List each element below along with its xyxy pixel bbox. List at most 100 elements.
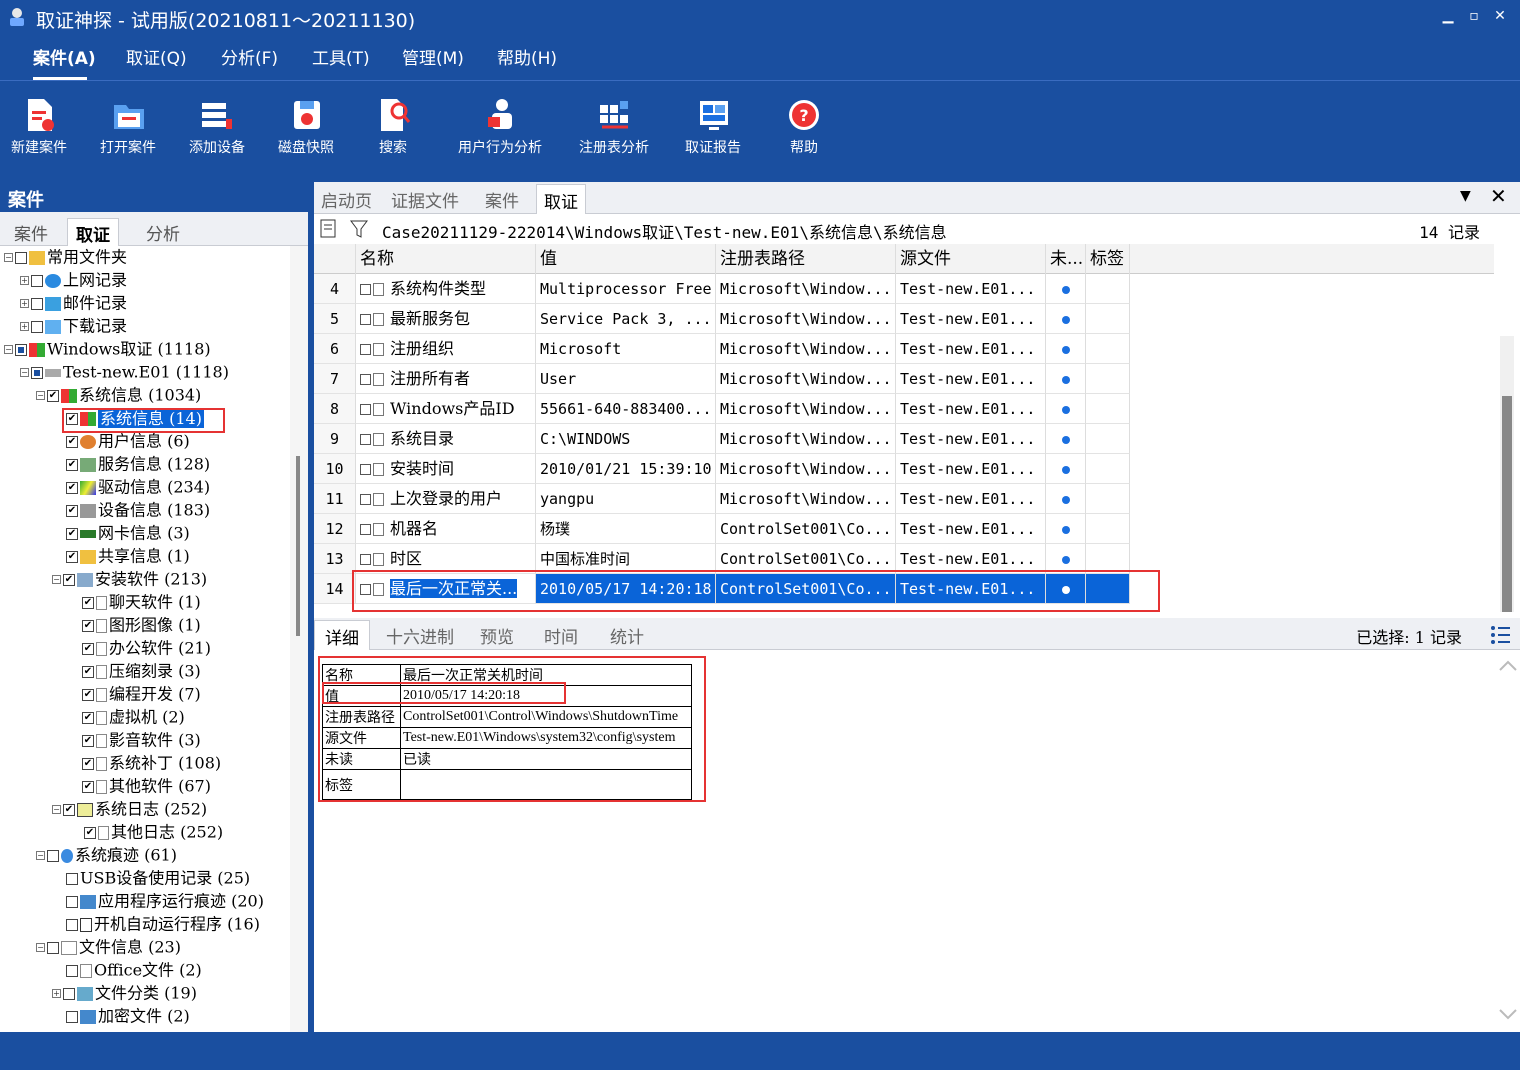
collapse-icon[interactable]: −	[4, 253, 13, 262]
tree-node[interactable]: Office文件 (2)	[66, 959, 202, 981]
tree-checkbox[interactable]	[63, 987, 75, 1000]
tree-checkbox[interactable]	[66, 1010, 78, 1023]
table-scrollbar-thumb[interactable]	[1502, 396, 1512, 612]
tree-node[interactable]: 图形图像 (1)	[82, 614, 201, 636]
menu-case[interactable]: 案件(A)	[33, 44, 96, 70]
tree-checkbox[interactable]	[47, 941, 59, 954]
tree-checkbox[interactable]	[82, 665, 94, 678]
table-scrollbar[interactable]	[1500, 336, 1514, 612]
col-source-file[interactable]: 源文件	[896, 244, 1046, 274]
tree-node[interactable]: 压缩刻录 (3)	[82, 660, 201, 682]
tree-checkbox[interactable]	[31, 274, 43, 287]
tree-checkbox[interactable]	[82, 734, 94, 747]
row-checkbox[interactable]	[360, 404, 371, 415]
row-checkbox[interactable]	[360, 344, 371, 355]
tree-node[interactable]: 用户信息 (6)	[66, 430, 190, 452]
tree-checkbox[interactable]	[84, 826, 96, 839]
tree-node[interactable]: −安装软件 (213)	[52, 568, 207, 590]
tree-checkbox[interactable]	[15, 343, 27, 356]
menu-help[interactable]: 帮助(H)	[497, 44, 557, 70]
row-checkbox[interactable]	[360, 314, 371, 325]
tree-node[interactable]: 设备信息 (183)	[66, 499, 210, 521]
tree-checkbox[interactable]	[66, 435, 78, 448]
tree-checkbox[interactable]	[66, 458, 78, 471]
collapse-icon[interactable]: −	[52, 575, 61, 584]
tree-node[interactable]: 共享信息 (1)	[66, 545, 190, 567]
tree-checkbox[interactable]	[31, 320, 43, 333]
tree-node[interactable]: 开机自动运行程序 (16)	[66, 913, 260, 935]
table-row[interactable]: 10 安装时间 2010/01/21 15:39:10 Microsoft\Wi…	[314, 454, 1494, 484]
scroll-down-icon[interactable]	[1498, 1008, 1518, 1022]
expand-icon[interactable]: +	[20, 322, 29, 331]
table-row[interactable]: 12 机器名 杨璞 ControlSet001\Co... Test-new.E…	[314, 514, 1494, 544]
tab-forensics[interactable]: 取证	[67, 218, 119, 246]
tabs-dropdown-icon[interactable]: ▼	[1460, 188, 1471, 204]
collapse-icon[interactable]: −	[36, 391, 45, 400]
tab-detail[interactable]: 详细	[314, 620, 370, 650]
tree-node[interactable]: 办公软件 (21)	[82, 637, 211, 659]
tree-checkbox[interactable]	[66, 527, 78, 540]
open-case-button[interactable]: 打开案件	[98, 81, 162, 173]
row-checkbox[interactable]	[360, 374, 371, 385]
tree-node[interactable]: 驱动信息 (234)	[66, 476, 210, 498]
col-unread[interactable]: 未...	[1046, 244, 1086, 274]
collapse-icon[interactable]: −	[4, 345, 13, 354]
add-device-button[interactable]: 添加设备	[186, 81, 250, 173]
table-row[interactable]: 11 上次登录的用户 yangpu Microsoft\Window... Te…	[314, 484, 1494, 514]
minimize-button[interactable]: ▁	[1436, 4, 1460, 28]
tree-node[interactable]: − Test-new.E01 (1118)	[20, 361, 229, 383]
menu-manage[interactable]: 管理(M)	[402, 44, 464, 70]
table-row-selected[interactable]: 14 最后一次正常关... 2010/05/17 14:20:18 Contro…	[314, 574, 1494, 604]
menu-forensics[interactable]: 取证(Q)	[126, 44, 187, 70]
tree-checkbox[interactable]	[31, 366, 43, 379]
scroll-up-icon[interactable]	[1498, 658, 1518, 672]
row-checkbox[interactable]	[360, 494, 371, 505]
row-checkbox[interactable]	[360, 524, 371, 535]
tree-checkbox[interactable]	[66, 504, 78, 517]
table-row[interactable]: 7 注册所有者 User Microsoft\Window... Test-ne…	[314, 364, 1494, 394]
tree-checkbox[interactable]	[82, 619, 94, 632]
table-row[interactable]: 4 系统构件类型 Multiprocessor Free Microsoft\W…	[314, 274, 1494, 304]
tree-checkbox[interactable]	[82, 596, 94, 609]
table-row[interactable]: 9 系统目录 C:\WINDOWS Microsoft\Window... Te…	[314, 424, 1494, 454]
row-checkbox[interactable]	[360, 434, 371, 445]
table-row[interactable]: 6 注册组织 Microsoft Microsoft\Window... Tes…	[314, 334, 1494, 364]
tree-node[interactable]: 服务信息 (128)	[66, 453, 210, 475]
tree-node[interactable]: − Windows取证 (1118)	[4, 338, 211, 360]
tree-checkbox[interactable]	[66, 872, 78, 885]
table-row[interactable]: 8 Windows产品ID 55661-640-883400... Micros…	[314, 394, 1494, 424]
tree-node[interactable]: 加密文件 (2)	[66, 1005, 190, 1027]
expand-icon[interactable]: +	[20, 276, 29, 285]
tree-node[interactable]: USB设备使用记录 (25)	[66, 867, 250, 889]
tree-checkbox[interactable]	[63, 803, 75, 816]
tree-checkbox[interactable]	[66, 918, 78, 931]
tree-node[interactable]: 系统补丁 (108)	[82, 752, 221, 774]
help-button[interactable]: ? 帮助	[772, 81, 836, 173]
tab-preview[interactable]: 预览	[470, 620, 524, 650]
col-name[interactable]: 名称	[356, 244, 536, 274]
tree-checkbox[interactable]	[66, 964, 78, 977]
row-checkbox[interactable]	[360, 554, 371, 565]
filter-icon[interactable]	[350, 219, 368, 239]
tree-node[interactable]: + 下载记录	[20, 315, 127, 337]
export-icon[interactable]	[320, 219, 338, 239]
user-behavior-analysis-button[interactable]: 用户行为分析	[455, 81, 547, 173]
collapse-icon[interactable]: −	[36, 943, 45, 952]
tab-statistics[interactable]: 统计	[600, 620, 654, 650]
row-checkbox[interactable]	[360, 464, 371, 475]
tab-case-content[interactable]: 案件	[478, 184, 526, 214]
tree-node[interactable]: 影音软件 (3)	[82, 729, 201, 751]
tree-node[interactable]: + 文件分类 (19)	[52, 982, 197, 1004]
tree-node[interactable]: 虚拟机 (2)	[82, 706, 185, 728]
close-tab-icon[interactable]: ✕	[1490, 184, 1507, 208]
tree-checkbox[interactable]	[82, 642, 94, 655]
disk-snapshot-button[interactable]: 磁盘快照	[275, 81, 339, 173]
tree-node[interactable]: − 文件信息 (23)	[36, 936, 181, 958]
collapse-icon[interactable]: −	[20, 368, 29, 377]
collapse-icon[interactable]: −	[52, 805, 61, 814]
list-settings-icon[interactable]	[1490, 624, 1512, 646]
new-case-button[interactable]: 新建案件	[8, 81, 72, 173]
table-row[interactable]: 5 最新服务包 Service Pack 3, ... Microsoft\Wi…	[314, 304, 1494, 334]
menu-analysis[interactable]: 分析(F)	[221, 44, 278, 70]
tree-scrollbar-thumb[interactable]	[296, 456, 300, 636]
